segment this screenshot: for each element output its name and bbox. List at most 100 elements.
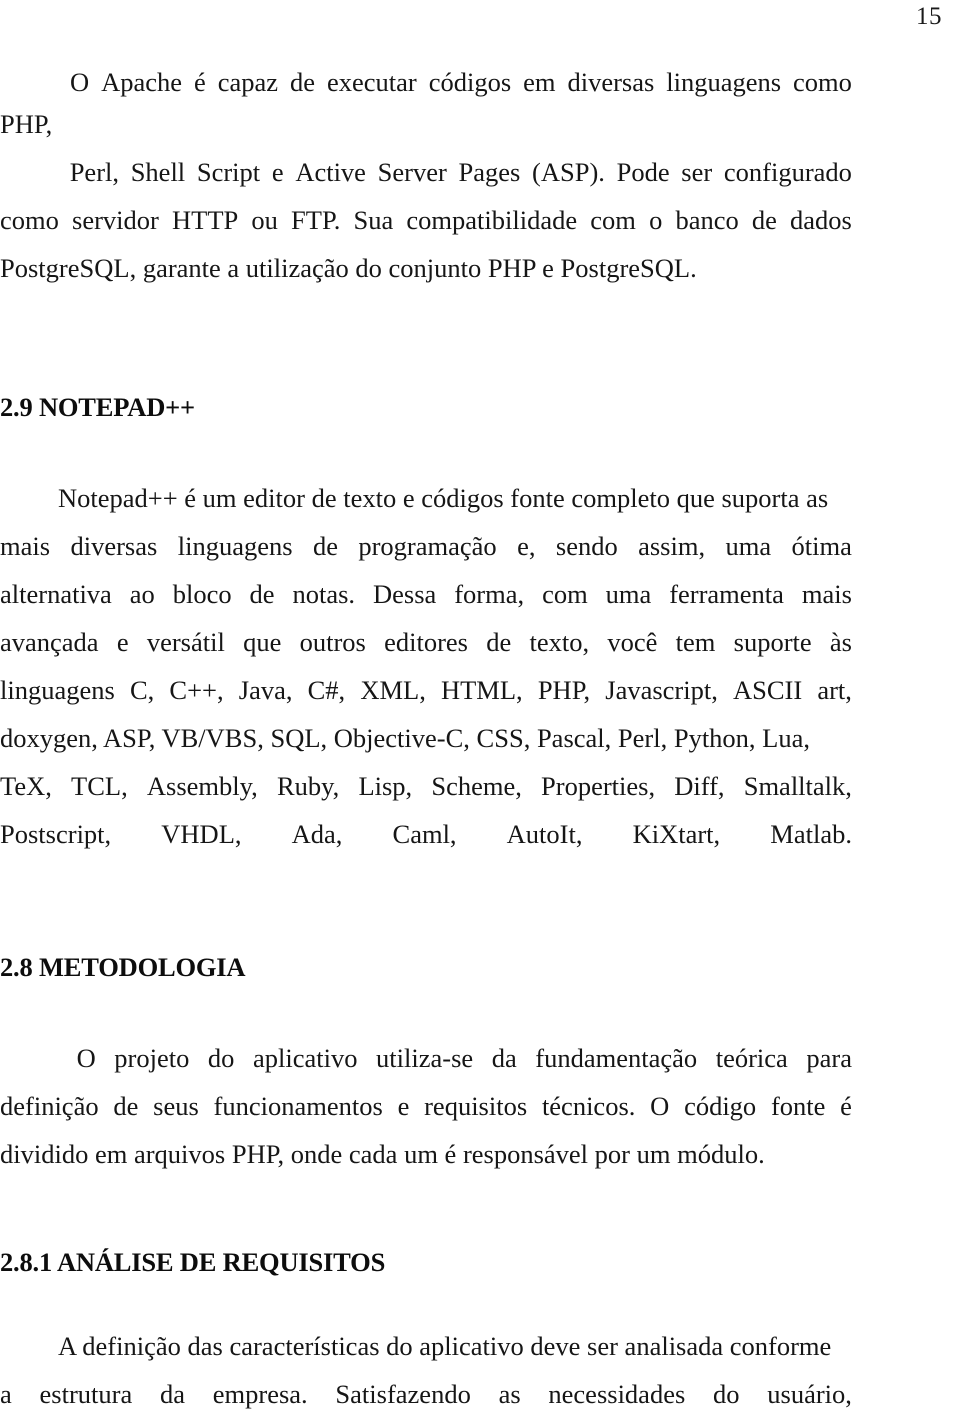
text-word: do <box>207 1043 235 1073</box>
text-word: código <box>684 1091 757 1121</box>
text-line: doxygen, ASP, VB/VBS, SQL, Objective-C, … <box>0 718 852 758</box>
text-word: linguagens <box>0 675 115 705</box>
text-word: configurado <box>723 157 852 187</box>
text-word: HTML, <box>440 675 523 705</box>
text-word: texto, <box>529 627 590 657</box>
text-word: fonte <box>770 1091 826 1121</box>
text-word: de <box>312 531 338 561</box>
text-line: PostgreSQL, garante a utilização do conj… <box>0 248 852 288</box>
text-word: forma, <box>454 579 525 609</box>
text-line: Perl, Shell Script e Active Server Pages (ASP).… <box>0 152 852 192</box>
text-line: Postscript, VHDL, Ada, Caml, AutoIt, KiXtart,… <box>0 814 852 854</box>
text-word: Smalltalk, <box>743 771 852 801</box>
text-word: com <box>542 579 588 609</box>
text-word: Matlab. <box>770 819 852 849</box>
text-word: é <box>840 1091 852 1121</box>
text-line: A definição das características do aplic… <box>0 1326 852 1366</box>
text-word: ótima <box>791 531 852 561</box>
text-word: TeX, <box>0 771 52 801</box>
text-word: Perl, <box>69 157 119 187</box>
text-word: versátil <box>146 627 225 657</box>
text-word: capaz <box>217 67 279 97</box>
text-word: como <box>0 205 59 235</box>
text-word: diversas <box>567 67 655 97</box>
text-word: dividido em arquivos PHP, onde cada um é… <box>0 1139 765 1169</box>
text-word: Pages <box>458 157 521 187</box>
text-word: diversas <box>70 531 158 561</box>
text-word: Dessa <box>372 579 437 609</box>
text-word: necessidades <box>548 1379 686 1409</box>
text-word: programação <box>358 531 497 561</box>
text-word: C++, <box>169 675 224 705</box>
text-word: Ruby, <box>276 771 340 801</box>
text-word: Script <box>196 157 261 187</box>
text-line: como servidor HTTP ou FTP. Sua compatibilidade… <box>0 200 852 240</box>
section-heading: 2.8 METODOLOGIA <box>0 952 246 982</box>
text-word: de <box>486 627 512 657</box>
text-word: ao <box>129 579 155 609</box>
text-word: e <box>397 1091 410 1121</box>
text-word: Server <box>377 157 447 187</box>
text-line: definição de seus funcionamentos e requisitos… <box>0 1086 852 1126</box>
text-word: VHDL, <box>161 819 242 849</box>
text-word: avançada <box>0 627 99 657</box>
text-word: estrutura <box>39 1379 133 1409</box>
text-word: Assembly, <box>146 771 258 801</box>
text-word: Caml, <box>392 819 457 849</box>
text-line: O Apache é capaz de executar códigos em diversas… <box>0 62 852 102</box>
text-line: avançada e versátil que outros editores de text… <box>0 622 852 662</box>
text-word: alternativa <box>0 579 112 609</box>
text-word: como <box>793 67 852 97</box>
text-word: executar <box>326 67 417 97</box>
text-word: banco <box>675 205 739 235</box>
text-word: é <box>193 67 206 97</box>
text-word: mais <box>801 579 852 609</box>
text-word: XML, <box>360 675 426 705</box>
text-word: às <box>829 627 852 657</box>
text-word: projeto <box>114 1043 190 1073</box>
text-word: O <box>76 1043 96 1073</box>
text-word: AutoIt, <box>506 819 583 849</box>
text-word: doxygen, ASP, VB/VBS, SQL, Objective-C, … <box>0 723 811 753</box>
text-word: mais <box>0 531 51 561</box>
text-line: linguagens C, C++, Java, C#, XML, HTML, PHP, Jav… <box>0 670 852 710</box>
text-word: O <box>650 1091 670 1121</box>
text-line: a estrutura da empresa. Satisfazendo as necess… <box>0 1374 852 1414</box>
text-word: funcionamentos <box>213 1091 383 1121</box>
text-word: e <box>116 627 129 657</box>
text-word: Apache <box>101 67 183 97</box>
text-word: compatibilidade <box>406 205 578 235</box>
text-word: sendo <box>555 531 618 561</box>
text-word: KiXtart, <box>632 819 721 849</box>
text-word: da <box>159 1379 185 1409</box>
text-word: HTTP <box>172 205 239 235</box>
text-word: você <box>607 627 658 657</box>
text-word: Pode <box>616 157 670 187</box>
page-number: 15 <box>916 3 942 30</box>
text-word: notas. <box>292 579 356 609</box>
text-word: A definição das características do aplic… <box>58 1331 832 1361</box>
text-word: uma <box>605 579 652 609</box>
text-word: Scheme, <box>431 771 522 801</box>
text-word: PHP, <box>537 675 591 705</box>
text-word: aplicativo <box>252 1043 358 1073</box>
text-word: códigos <box>428 67 512 97</box>
text-word: PostgreSQL, garante a utilização do conj… <box>0 253 697 283</box>
text-line: PHP, <box>0 104 852 144</box>
text-word: em <box>523 67 556 97</box>
text-line: Notepad++ é um editor de texto e códigos… <box>0 478 852 518</box>
text-word: com <box>590 205 636 235</box>
text-word: dados <box>790 205 852 235</box>
text-word: TCL, <box>71 771 128 801</box>
text-word: Javascript, <box>605 675 718 705</box>
text-word: ser <box>681 157 713 187</box>
text-word: (ASP). <box>532 157 605 187</box>
text-word: Ada, <box>291 819 343 849</box>
text-word: FTP. <box>291 205 341 235</box>
text-word: e, <box>517 531 536 561</box>
text-word: linguagens <box>666 67 782 97</box>
text-word: do <box>713 1379 740 1409</box>
text-line: dividido em arquivos PHP, onde cada um é… <box>0 1134 852 1174</box>
text-word: a <box>0 1379 12 1409</box>
text-word: o <box>649 205 663 235</box>
